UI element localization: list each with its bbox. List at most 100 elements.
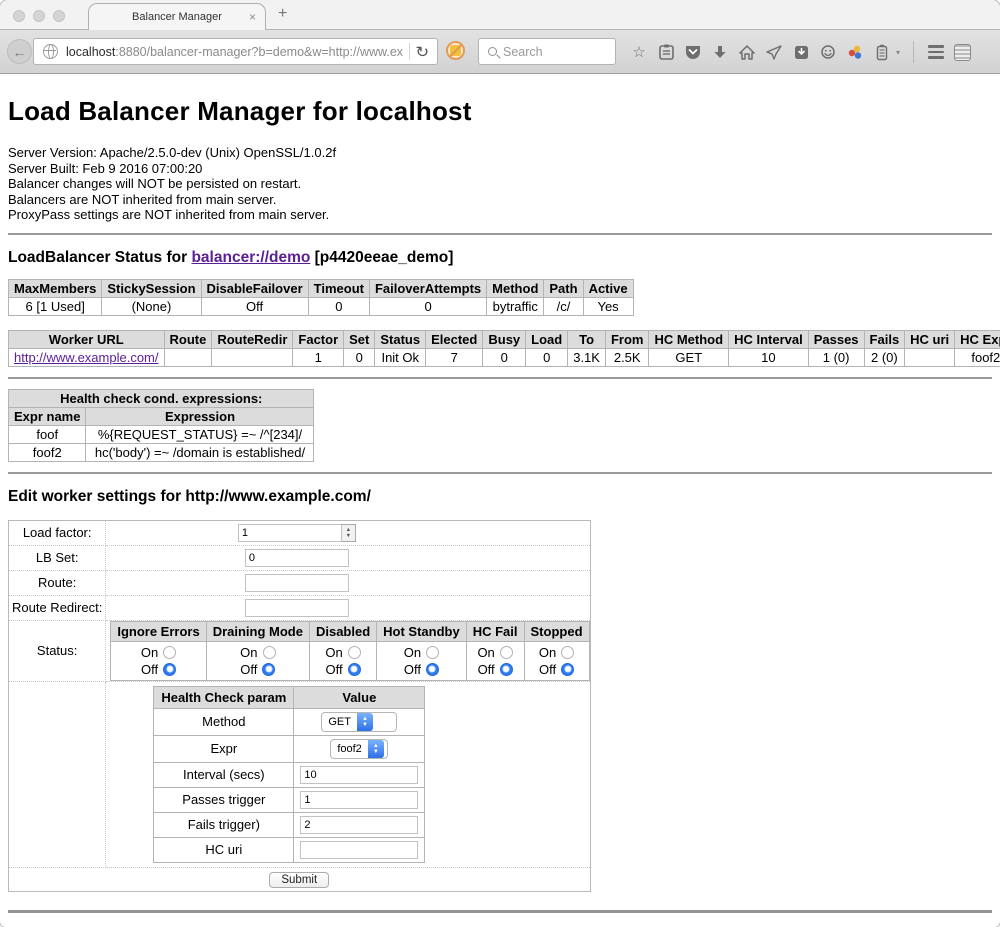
- form-row-submit: Submit: [9, 867, 591, 891]
- column-header: Active: [583, 279, 633, 297]
- column-header: Worker URL: [9, 330, 165, 348]
- radio-ignore-errors-on[interactable]: [163, 646, 176, 659]
- balancer-link[interactable]: balancer://demo: [191, 249, 310, 266]
- grid-extension-icon[interactable]: [954, 44, 971, 61]
- close-window-button[interactable]: [13, 10, 25, 22]
- form-row-route: Route:: [9, 570, 591, 595]
- download-extension-icon[interactable]: [792, 43, 810, 61]
- site-identity-globe-icon[interactable]: [43, 44, 58, 59]
- column-header: Draining Mode: [206, 621, 309, 641]
- url-text[interactable]: localhost:8880/balancer-manager?b=demo&w…: [66, 45, 403, 59]
- radio-stopped-on[interactable]: [561, 646, 574, 659]
- url-bar[interactable]: localhost:8880/balancer-manager?b=demo&w…: [33, 38, 438, 65]
- tab-balancer-manager[interactable]: Balancer Manager ×: [88, 3, 266, 30]
- route-redirect-input[interactable]: [245, 599, 349, 617]
- send-tab-icon[interactable]: [765, 43, 783, 61]
- route-input[interactable]: [245, 574, 349, 592]
- content-blocked-icon[interactable]: [446, 41, 465, 60]
- hc-row-method: Method GET▲▼: [154, 708, 425, 735]
- radio-hot-standby-off[interactable]: [426, 663, 439, 676]
- loadbalancer-status-heading: LoadBalancer Status for balancer://demo …: [8, 249, 992, 267]
- home-icon[interactable]: [738, 43, 756, 61]
- window-controls[interactable]: [13, 10, 65, 22]
- reading-list-icon[interactable]: [657, 43, 675, 61]
- column-header: FailoverAttempts: [369, 279, 486, 297]
- minimize-window-button[interactable]: [33, 10, 45, 22]
- tab-close-icon[interactable]: ×: [249, 10, 256, 24]
- lb-set-input[interactable]: [245, 549, 349, 567]
- on-label: On: [325, 644, 342, 661]
- column-header: RouteRedir: [212, 330, 293, 348]
- passes-input[interactable]: [300, 791, 418, 809]
- chevron-down-icon[interactable]: ▾: [896, 48, 900, 57]
- fails-input[interactable]: [300, 816, 418, 834]
- status-table: Ignore Errors Draining Mode Disabled Hot…: [110, 621, 589, 681]
- hc-row-hc-uri: HC uri: [154, 837, 425, 862]
- radio-hc-fail-off[interactable]: [500, 663, 513, 676]
- column-header: MaxMembers: [9, 279, 102, 297]
- on-label: On: [477, 644, 494, 661]
- zoom-window-button[interactable]: [53, 10, 65, 22]
- hc-expressions-title: Health check cond. expressions:: [9, 389, 314, 407]
- column-header: HC Method: [649, 330, 729, 348]
- route-redirect-label: Route Redirect:: [9, 595, 106, 620]
- new-tab-button[interactable]: +: [278, 5, 287, 23]
- submit-button[interactable]: Submit: [269, 872, 329, 888]
- radio-draining-mode-off[interactable]: [262, 663, 275, 676]
- radio-draining-mode-on[interactable]: [263, 646, 276, 659]
- downloads-icon[interactable]: [711, 43, 729, 61]
- back-button[interactable]: ←: [7, 39, 32, 64]
- cell-hc-interval: 10: [729, 348, 809, 366]
- off-label: Off: [478, 661, 495, 678]
- worker-url-link[interactable]: http://www.example.com/: [14, 350, 159, 365]
- form-row-status: Status: Ignore Errors Draining Mode Disa…: [9, 620, 591, 681]
- edit-worker-form: Load factor: ▲▼ LB Set: Route: Route Red…: [8, 520, 591, 892]
- method-select[interactable]: GET▲▼: [321, 712, 397, 732]
- tab-title: Balancer Manager: [132, 11, 222, 23]
- radio-disabled-on[interactable]: [348, 646, 361, 659]
- server-built-line: Server Built: Feb 9 2016 07:00:20: [8, 161, 992, 177]
- cell-expr-name: foof2: [9, 443, 86, 461]
- hc-uri-label: HC uri: [154, 837, 294, 862]
- reload-icon[interactable]: ↻: [416, 43, 430, 61]
- table-header-row: MaxMembers StickySession DisableFailover…: [9, 279, 634, 297]
- hc-header-row: Health Check param Value: [154, 686, 425, 708]
- pocket-icon[interactable]: [684, 43, 702, 61]
- cell-routeredir: [212, 348, 293, 366]
- radio-ignore-errors-off[interactable]: [163, 663, 176, 676]
- menu-hamburger-icon[interactable]: [927, 43, 945, 61]
- off-label: Off: [240, 661, 257, 678]
- radio-hc-fail-on[interactable]: [500, 646, 513, 659]
- column-header: HC Interval: [729, 330, 809, 348]
- hc-uri-input[interactable]: [300, 841, 418, 859]
- form-row-route-redirect: Route Redirect:: [9, 595, 591, 620]
- cell-expr-name: foof: [9, 425, 86, 443]
- table-header-row: Worker URL Route RouteRedir Factor Set S…: [9, 330, 1000, 348]
- cell-busy: 0: [483, 348, 526, 366]
- radio-hot-standby-on[interactable]: [426, 646, 439, 659]
- column-header: StickySession: [102, 279, 201, 297]
- expr-select-value: foof2: [331, 740, 367, 758]
- cell-factor: 1: [293, 348, 344, 366]
- battery-extension-icon[interactable]: [873, 43, 891, 61]
- radio-stopped-off[interactable]: [561, 663, 574, 676]
- cell-expression: hc('body') =~ /domain is established/: [86, 443, 314, 461]
- health-check-table: Health Check param Value Method GET▲▼ Ex…: [153, 686, 425, 863]
- bookmark-star-icon[interactable]: ☆: [630, 43, 648, 61]
- chat-smiley-icon[interactable]: [819, 43, 837, 61]
- expr-select[interactable]: foof2▲▼: [330, 739, 388, 759]
- search-bar[interactable]: Search: [478, 38, 616, 65]
- cell-from: 2.5K: [605, 348, 649, 366]
- number-spinner-icon[interactable]: ▲▼: [342, 524, 356, 542]
- status-header-row: Ignore Errors Draining Mode Disabled Hot…: [111, 621, 589, 641]
- cell-stickysession: (None): [102, 297, 201, 315]
- column-header: Health Check param: [154, 686, 294, 708]
- colored-dots-extension-icon[interactable]: [846, 43, 864, 61]
- on-label: On: [240, 644, 257, 661]
- load-factor-input[interactable]: [238, 524, 342, 542]
- column-header: Method: [487, 279, 544, 297]
- worker-row: http://www.example.com/ 1 0 Init Ok 7 0 …: [9, 348, 1000, 366]
- column-header: HC uri: [905, 330, 955, 348]
- interval-input[interactable]: [300, 766, 418, 784]
- radio-disabled-off[interactable]: [348, 663, 361, 676]
